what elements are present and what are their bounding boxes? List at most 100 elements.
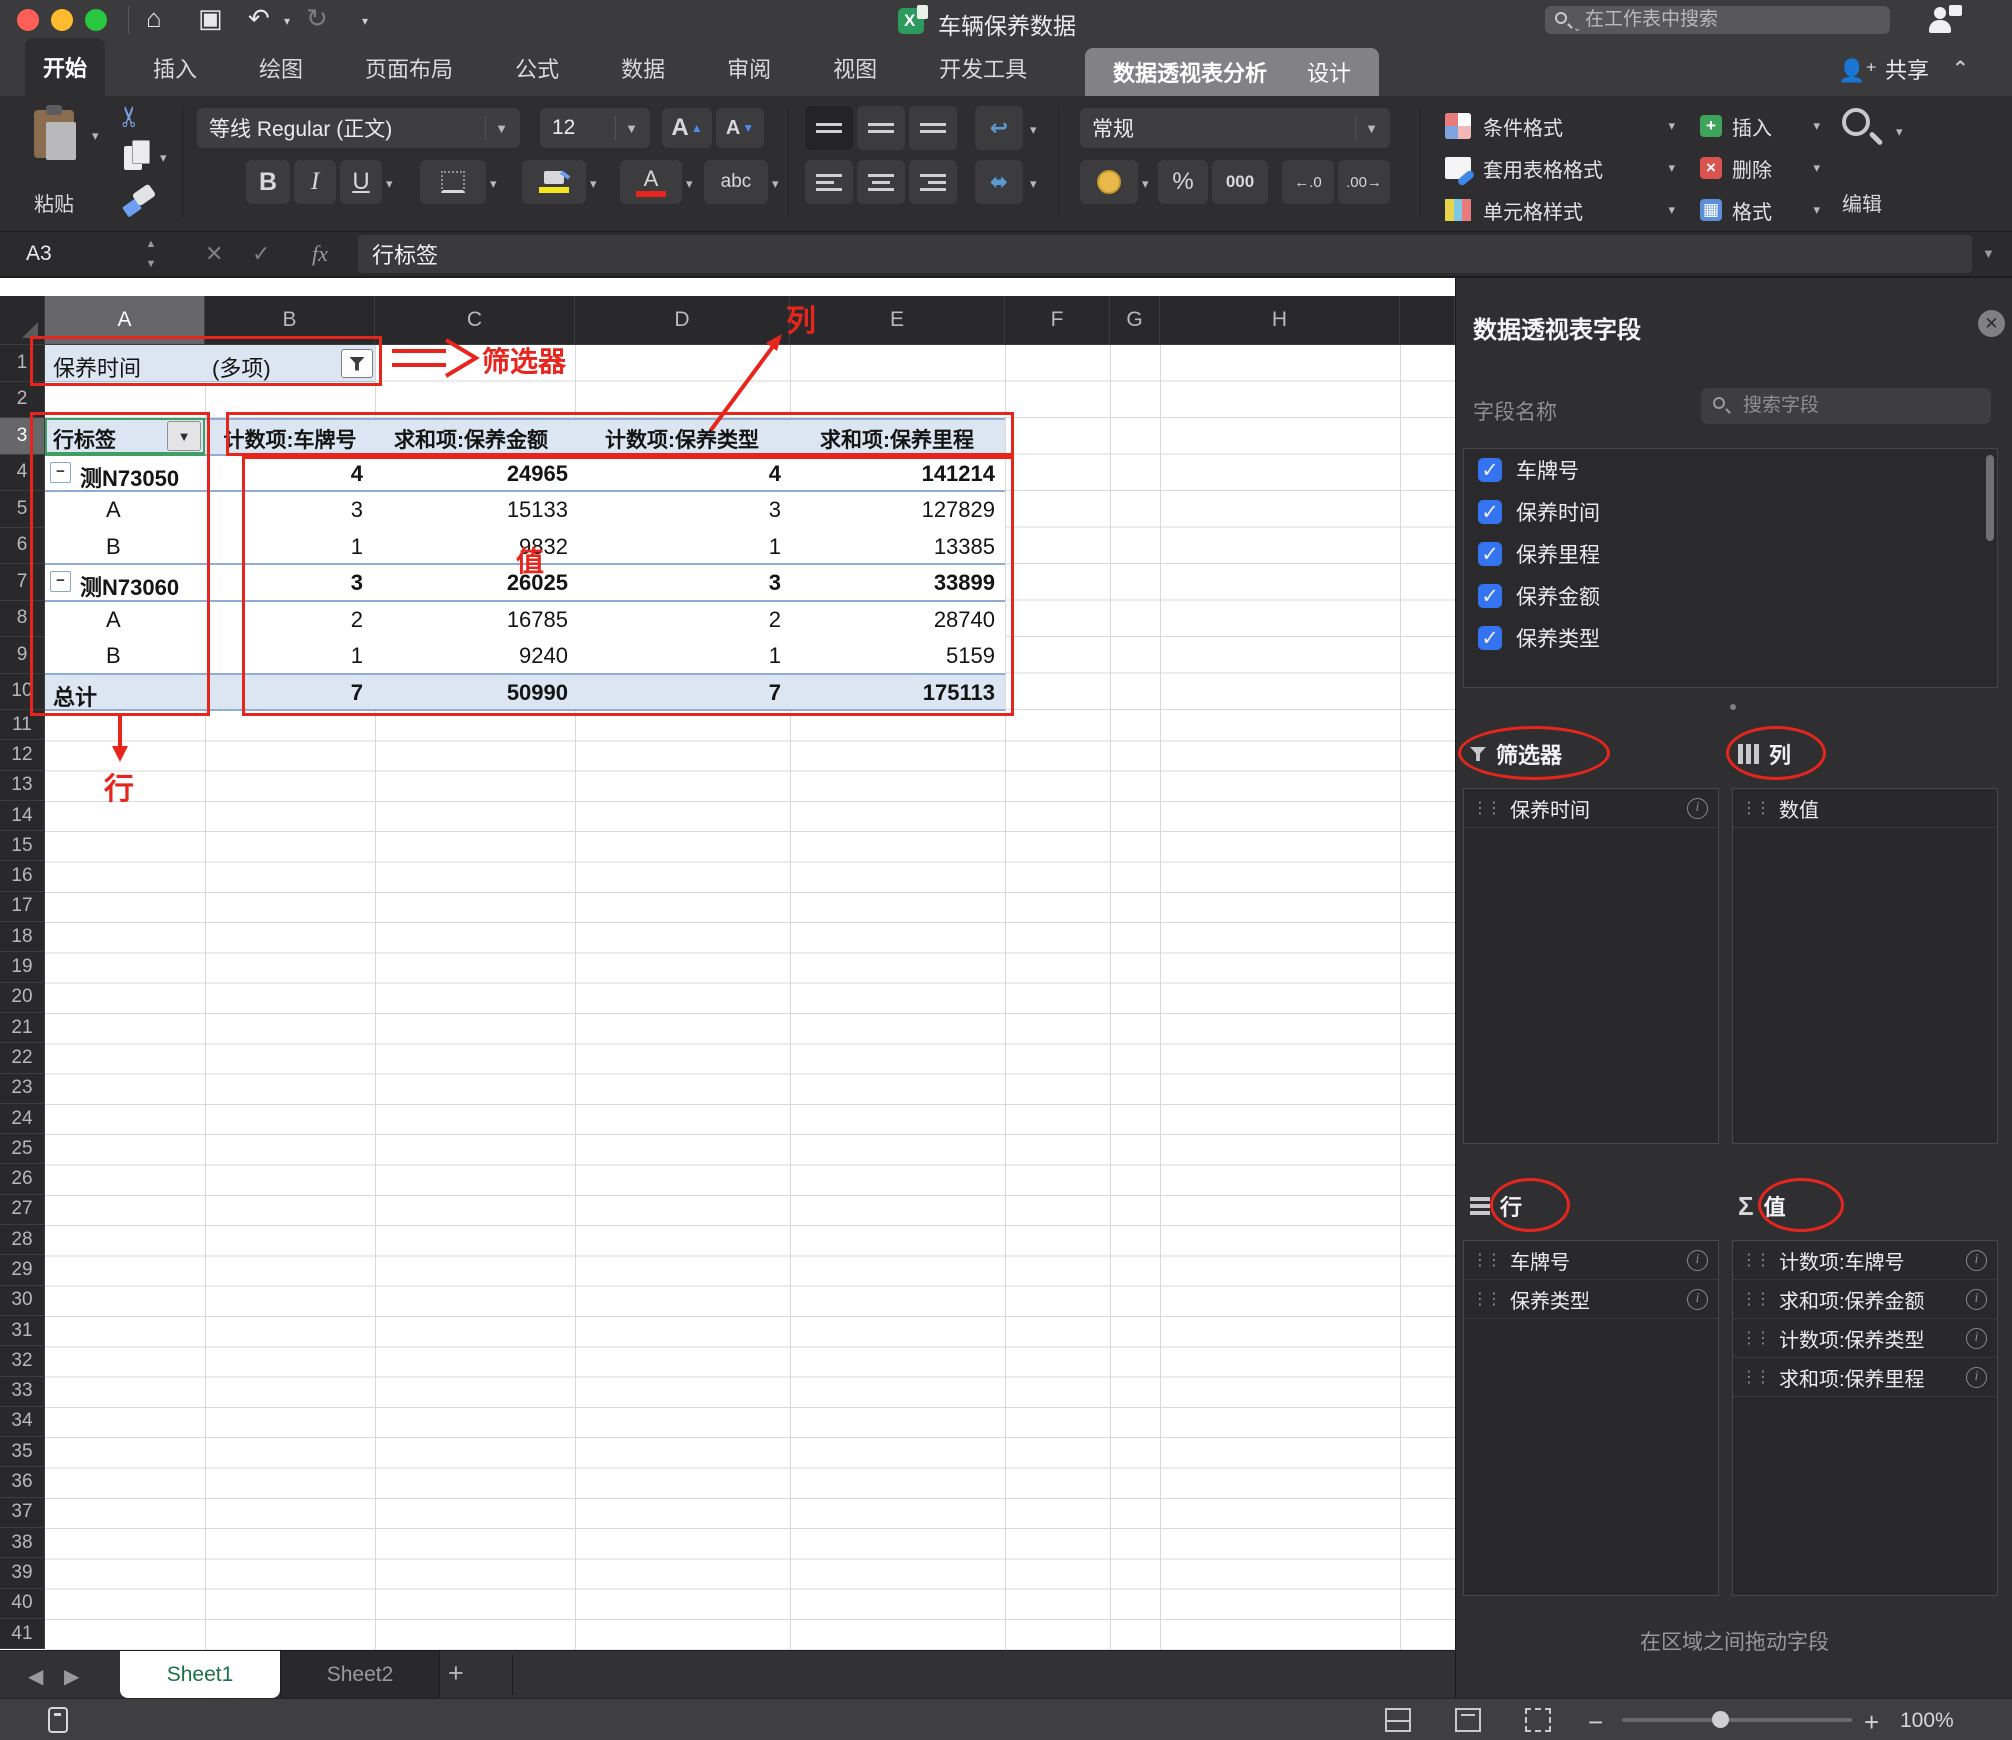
- filters-area-box[interactable]: ⋮⋮ 保养时间 i: [1463, 788, 1719, 1144]
- prev-sheet-icon[interactable]: ◀: [28, 1664, 43, 1689]
- pivot-value-cell[interactable]: 4: [671, 461, 781, 487]
- pivot-value-cell[interactable]: 5159: [885, 643, 995, 669]
- area-item-数值[interactable]: ⋮⋮ 数值: [1733, 789, 1997, 828]
- customize-toolbar-icon[interactable]: ▾: [362, 14, 368, 28]
- zoom-out-button[interactable]: −: [1588, 1707, 1603, 1738]
- number-format-select[interactable]: 常规 ▼: [1080, 108, 1390, 148]
- pivot-row-label[interactable]: A: [106, 497, 121, 523]
- borders-dropdown-icon[interactable]: ▾: [490, 176, 497, 192]
- column-header-cut[interactable]: [1400, 296, 1455, 344]
- field-item-车牌号[interactable]: ✓ 车牌号: [1464, 449, 1997, 491]
- info-icon[interactable]: i: [1966, 1366, 1987, 1388]
- drag-handle-icon[interactable]: ⋮⋮: [1472, 798, 1502, 818]
- row-header-36[interactable]: 36: [0, 1467, 45, 1498]
- field-item-保养里程[interactable]: ✓ 保养里程: [1464, 533, 1997, 575]
- area-item-保养类型[interactable]: ⋮⋮ 保养类型 i: [1464, 1280, 1718, 1319]
- find-icon[interactable]: [1838, 106, 1884, 152]
- row-header-27[interactable]: 27: [0, 1194, 45, 1226]
- align-left-button[interactable]: [805, 160, 853, 204]
- maximize-window-button[interactable]: [85, 9, 107, 31]
- pivot-value-cell[interactable]: 3: [253, 570, 363, 596]
- paste-button[interactable]: [30, 104, 82, 162]
- row-header-23[interactable]: 23: [0, 1073, 45, 1104]
- zoom-slider-track[interactable]: [1622, 1718, 1852, 1722]
- zoom-in-button[interactable]: +: [1864, 1707, 1879, 1738]
- pivot-value-cell[interactable]: 33899: [885, 570, 995, 596]
- tab-审阅[interactable]: 审阅: [713, 40, 785, 96]
- area-item-保养时间[interactable]: ⋮⋮ 保养时间 i: [1464, 789, 1718, 828]
- row-header-5[interactable]: 5: [0, 491, 45, 528]
- bold-button[interactable]: B: [246, 160, 290, 204]
- row-header-11[interactable]: 11: [0, 710, 45, 741]
- cut-icon[interactable]: ✂: [113, 105, 146, 128]
- thousands-format-button[interactable]: 000: [1212, 160, 1268, 204]
- share-button[interactable]: 👤⁺ 共享: [1838, 53, 1929, 85]
- page-break-view-icon[interactable]: [1525, 1708, 1551, 1732]
- align-bottom-button[interactable]: [909, 106, 957, 150]
- column-header-H[interactable]: H: [1160, 296, 1400, 344]
- next-sheet-icon[interactable]: ▶: [64, 1664, 79, 1689]
- column-header-C[interactable]: C: [375, 296, 575, 344]
- pivot-col-header[interactable]: 求和项:保养里程: [820, 424, 974, 454]
- fx-icon[interactable]: fx: [312, 241, 328, 267]
- field-item-保养金额[interactable]: ✓ 保养金额: [1464, 575, 1997, 617]
- row-header-30[interactable]: 30: [0, 1285, 45, 1316]
- row-header-37[interactable]: 37: [0, 1497, 45, 1529]
- checkbox-checked-icon[interactable]: ✓: [1478, 458, 1502, 482]
- pivot-value-cell[interactable]: 9240: [458, 643, 568, 669]
- pivot-row-label[interactable]: 测N73050: [80, 461, 179, 493]
- columns-area-box[interactable]: ⋮⋮ 数值: [1732, 788, 1998, 1144]
- row-header-1[interactable]: 1: [0, 345, 45, 382]
- pivot-row-label[interactable]: B: [106, 643, 121, 669]
- row-header-7[interactable]: 7: [0, 564, 45, 601]
- area-item-求和项:保养金额[interactable]: ⋮⋮ 求和项:保养金额 i: [1733, 1280, 1997, 1319]
- info-icon[interactable]: i: [1966, 1327, 1987, 1349]
- pivot-row-label[interactable]: B: [106, 534, 121, 560]
- merge-cells-button[interactable]: ⬌: [975, 160, 1023, 204]
- row-header-3[interactable]: 3: [0, 418, 45, 455]
- pivot-value-cell[interactable]: 7: [671, 680, 781, 706]
- row-header-16[interactable]: 16: [0, 861, 45, 892]
- undo-dropdown-icon[interactable]: ▾: [284, 14, 290, 28]
- row-header-20[interactable]: 20: [0, 982, 45, 1013]
- pivot-value-cell[interactable]: 9832: [458, 534, 568, 560]
- pivot-value-cell[interactable]: 15133: [458, 497, 568, 523]
- drag-handle-icon[interactable]: ⋮⋮: [1741, 1328, 1771, 1348]
- field-search-input[interactable]: 搜索字段: [1701, 388, 1991, 424]
- sheet-tab-sheet1[interactable]: Sheet1: [120, 1651, 280, 1698]
- borders-button[interactable]: [420, 160, 486, 204]
- checkbox-checked-icon[interactable]: ✓: [1478, 500, 1502, 524]
- field-item-保养类型[interactable]: ✓ 保养类型: [1464, 617, 1997, 659]
- edit-dropdown-icon[interactable]: ▾: [1896, 124, 1903, 140]
- pivot-value-cell[interactable]: 127829: [885, 497, 995, 523]
- row-header-33[interactable]: 33: [0, 1376, 45, 1407]
- page-layout-view-icon[interactable]: [1455, 1708, 1481, 1732]
- pivot-value-cell[interactable]: 1: [671, 643, 781, 669]
- row-header-19[interactable]: 19: [0, 952, 45, 983]
- pivot-value-cell[interactable]: 28740: [885, 607, 995, 633]
- row-header-15[interactable]: 15: [0, 831, 45, 862]
- font-color-button[interactable]: A: [620, 160, 682, 204]
- font-color-dropdown-icon[interactable]: ▾: [686, 176, 693, 192]
- column-header-D[interactable]: D: [575, 296, 790, 344]
- column-header-A[interactable]: A: [45, 296, 205, 344]
- column-header-E[interactable]: E: [790, 296, 1005, 344]
- confirm-icon[interactable]: ✓: [252, 241, 270, 267]
- formula-input[interactable]: 行标签: [358, 235, 1972, 273]
- info-icon[interactable]: i: [1966, 1249, 1987, 1271]
- save-icon[interactable]: ▣: [198, 3, 223, 34]
- row-header-6[interactable]: 6: [0, 527, 45, 564]
- pivot-value-cell[interactable]: 3: [671, 497, 781, 523]
- pivot-value-cell[interactable]: 1: [671, 534, 781, 560]
- tab-插入[interactable]: 插入: [139, 40, 211, 96]
- row-header-41[interactable]: 41: [0, 1618, 45, 1650]
- paste-dropdown-icon[interactable]: ▾: [92, 128, 99, 144]
- pivot-value-cell[interactable]: 1: [253, 534, 363, 560]
- pivot-row-label[interactable]: 测N73060: [80, 570, 179, 602]
- row-header-12[interactable]: 12: [0, 740, 45, 771]
- font-size-select[interactable]: 12 ▼: [540, 108, 650, 148]
- drag-handle-icon[interactable]: ⋮⋮: [1741, 1367, 1771, 1387]
- row-header-4[interactable]: 4: [0, 454, 45, 491]
- collapse-icon[interactable]: −: [50, 461, 71, 483]
- values-area-box[interactable]: ⋮⋮ 计数项:车牌号 i ⋮⋮ 求和项:保养金额 i ⋮⋮ 计数项:保养类型 i ⋮⋮ 求和项:保养…: [1732, 1240, 1998, 1596]
